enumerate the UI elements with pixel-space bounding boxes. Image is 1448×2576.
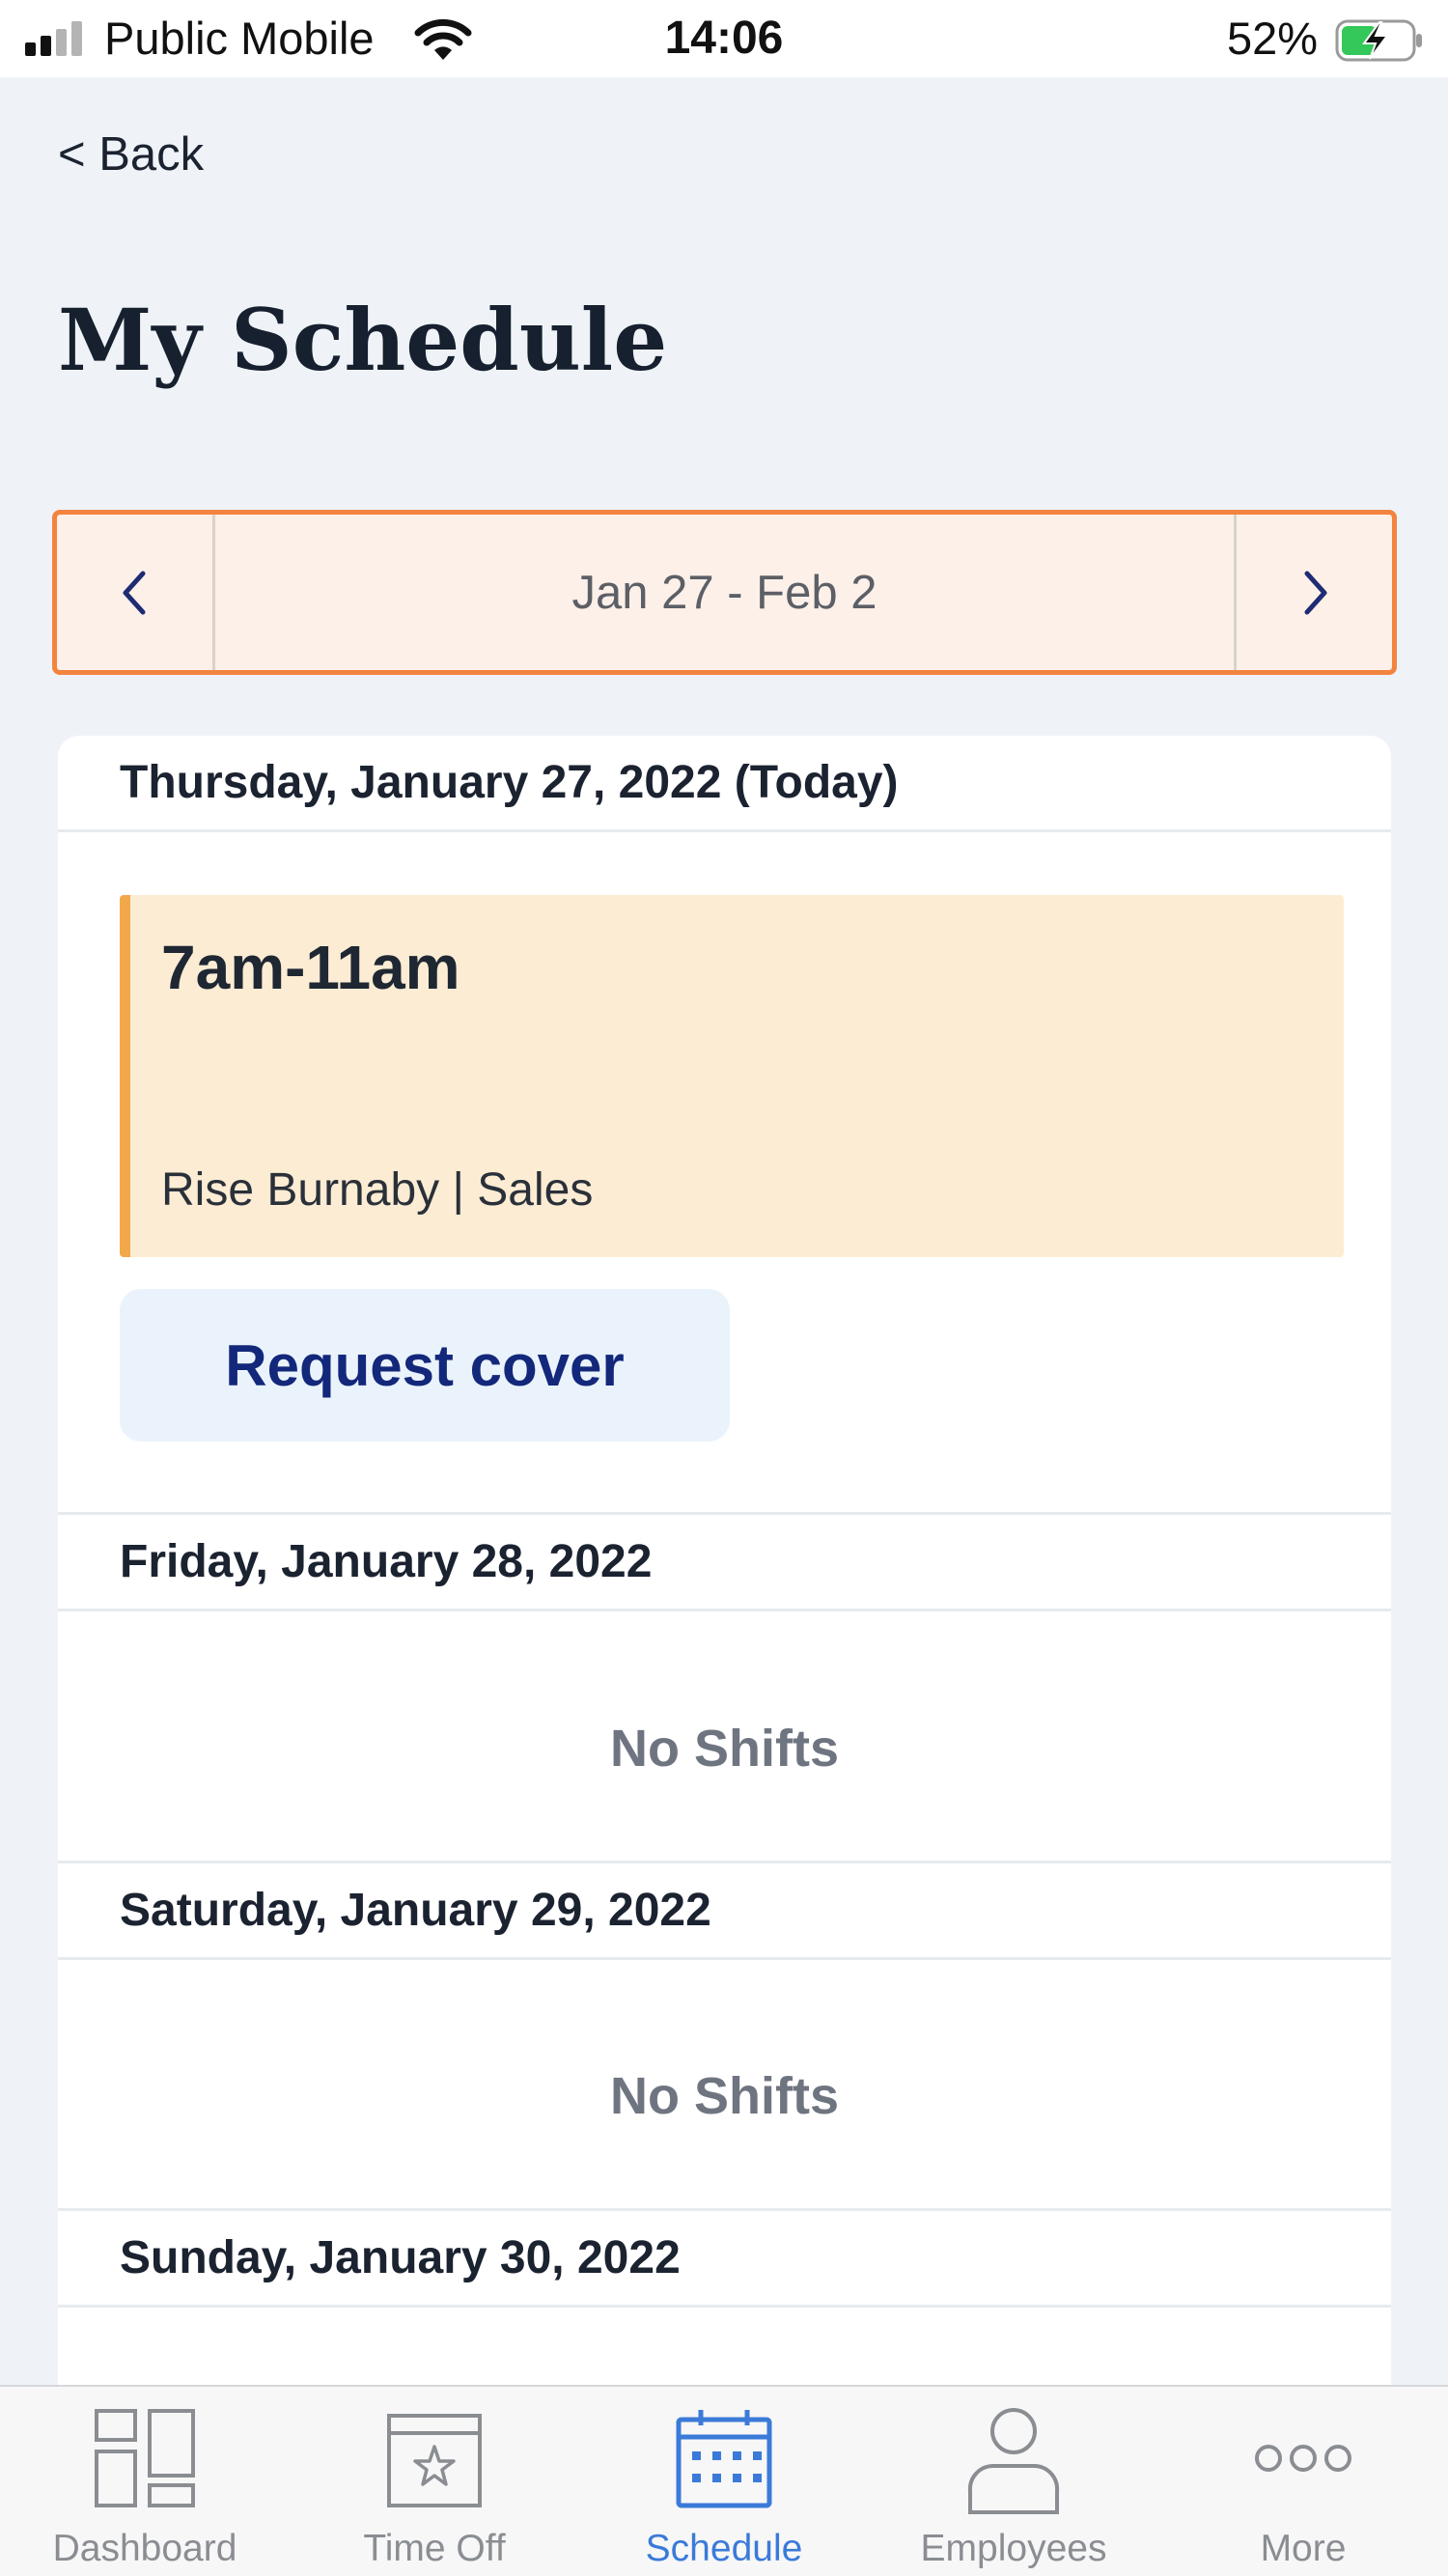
next-week-button[interactable] xyxy=(1234,515,1392,670)
day-header: Sunday, January 30, 2022 xyxy=(58,2211,1391,2308)
dashboard-icon xyxy=(95,2409,195,2507)
shift-location: Rise Burnaby | Sales xyxy=(161,1164,594,1216)
tab-label: Dashboard xyxy=(52,2528,237,2569)
shift-time: 7am-11am xyxy=(161,933,460,1002)
page-title: My Schedule xyxy=(58,290,668,390)
tab-schedule[interactable]: Schedule xyxy=(579,2387,869,2576)
battery-percent: 52% xyxy=(1227,13,1319,64)
tab-label: Time Off xyxy=(363,2528,506,2569)
tab-label: Schedule xyxy=(645,2528,803,2569)
week-range-label[interactable]: Jan 27 - Feb 2 xyxy=(215,515,1234,670)
day-header: Friday, January 28, 2022 xyxy=(58,1515,1391,1611)
tab-label: More xyxy=(1260,2528,1347,2569)
person-icon xyxy=(967,2408,1060,2514)
schedule-list: Thursday, January 27, 2022 (Today) 7am-1… xyxy=(58,736,1391,2396)
no-shifts-message: No Shifts xyxy=(610,2067,839,2125)
battery-charging-icon xyxy=(1335,19,1422,62)
tab-employees[interactable]: Employees xyxy=(869,2387,1158,2576)
shift-card[interactable]: 7am-11am Rise Burnaby | Sales xyxy=(120,895,1344,1257)
request-cover-button[interactable]: Request cover xyxy=(120,1289,730,1442)
more-icon xyxy=(1255,2445,1351,2472)
day-header-today: Thursday, January 27, 2022 (Today) xyxy=(58,736,1391,832)
tab-label: Employees xyxy=(920,2528,1107,2569)
previous-week-button[interactable] xyxy=(57,515,215,670)
status-bar: Public Mobile 14:06 52% xyxy=(0,0,1448,77)
time-off-icon xyxy=(387,2414,482,2507)
no-shifts-message: No Shifts xyxy=(610,1720,839,1778)
week-navigator: Jan 27 - Feb 2 xyxy=(52,510,1397,675)
tab-time-off[interactable]: Time Off xyxy=(290,2387,579,2576)
day-header: Saturday, January 29, 2022 xyxy=(58,1863,1391,1960)
tab-dashboard[interactable]: Dashboard xyxy=(0,2387,290,2576)
back-button[interactable]: < Back xyxy=(58,127,204,182)
tab-more[interactable]: More xyxy=(1158,2387,1448,2576)
chevron-right-icon xyxy=(1304,571,1326,614)
bottom-tab-bar: Dashboard Time Off Schedule Employees Mo… xyxy=(0,2385,1448,2576)
calendar-icon xyxy=(676,2410,772,2508)
chevron-left-icon xyxy=(123,571,145,614)
